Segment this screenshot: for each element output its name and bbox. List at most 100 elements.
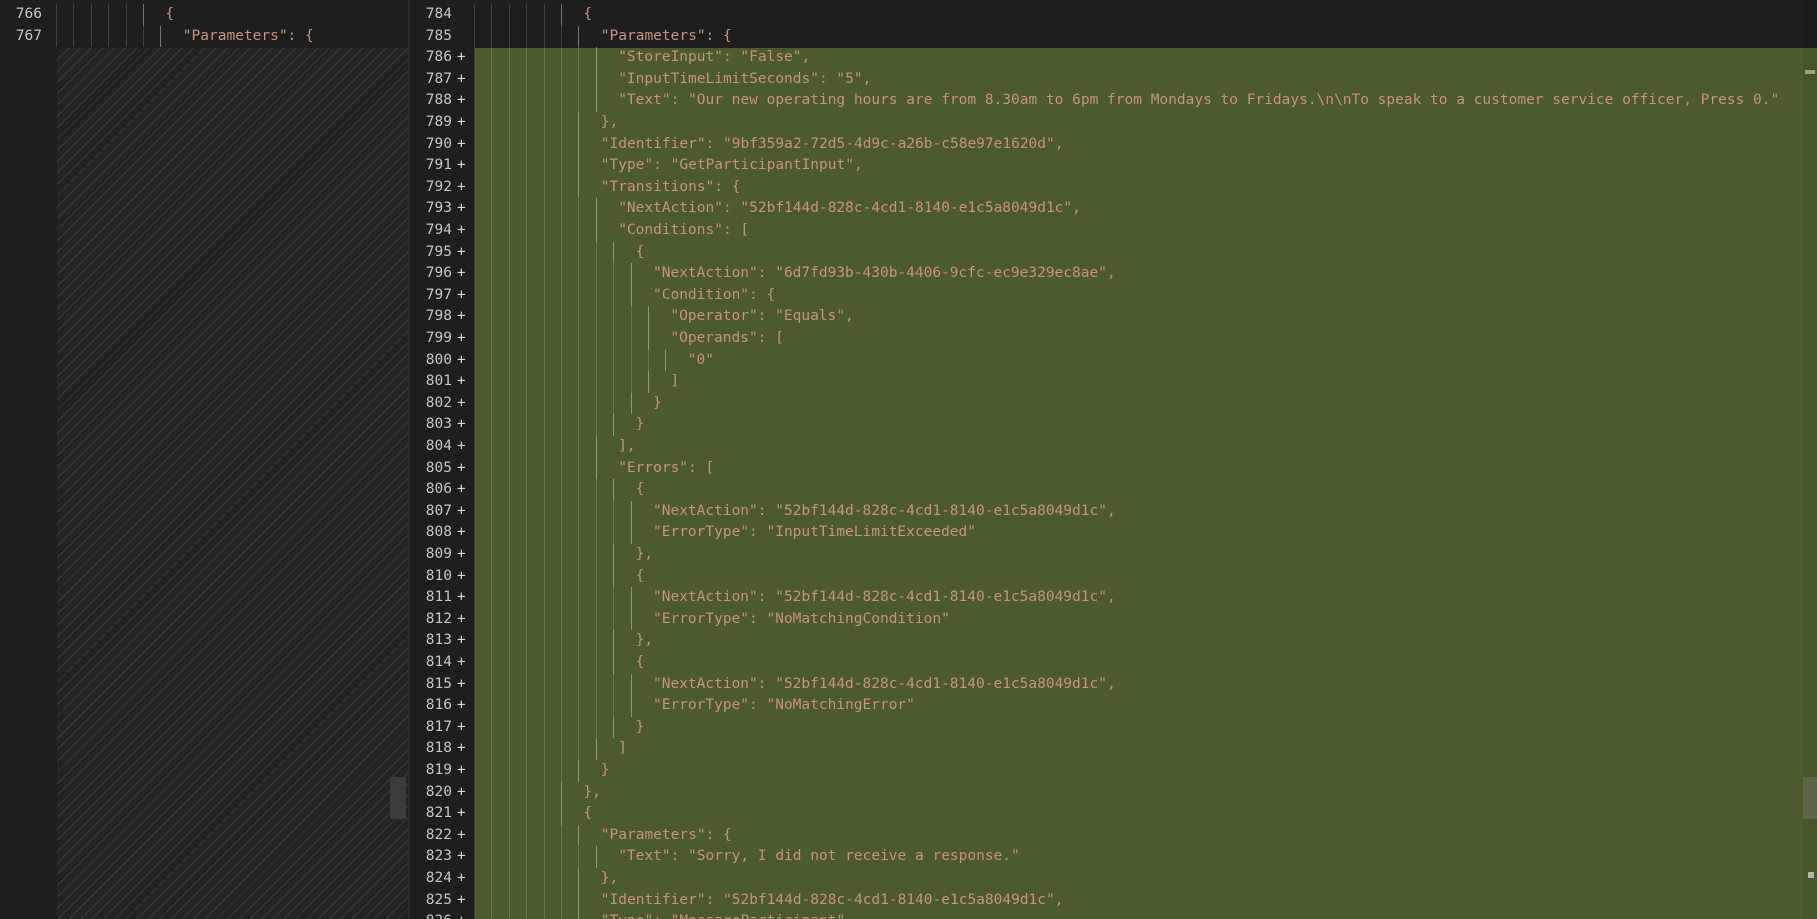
code-line[interactable]: 789 +}, <box>410 112 1803 134</box>
added-line-marker: + <box>457 718 466 735</box>
indent-guide <box>630 392 632 415</box>
code-line[interactable]: 818 +] <box>410 738 1803 760</box>
indent-guide <box>543 522 545 544</box>
code-line[interactable]: 808 + "ErrorType": "InputTimeLimitExceeded… <box>410 522 1803 544</box>
code-line[interactable]: 766 { <box>0 4 408 26</box>
code-text: "Errors": [ <box>618 459 715 476</box>
code-line[interactable]: 822 + "Parameters": { <box>410 824 1803 847</box>
code-line[interactable]: 824 +}, <box>410 868 1803 890</box>
code-line[interactable]: 823 + "Text": "Sorry, I did not receive a … <box>410 846 1803 868</box>
code-line[interactable]: 807 + "NextAction": "52bf144d-828c-4cd1-81… <box>410 500 1803 523</box>
indent-guide <box>508 760 510 782</box>
code-line[interactable]: 794 + "Conditions": [ <box>410 220 1803 242</box>
code-line[interactable]: 816 + "ErrorType": "NoMatchingError" <box>410 695 1803 717</box>
indent-guide <box>491 803 493 825</box>
code-text: { <box>635 567 645 584</box>
indent-guide <box>578 673 580 696</box>
code-line[interactable]: 820 +}, <box>410 781 1803 804</box>
original-scrollbar-thumb[interactable] <box>390 777 406 819</box>
code-line[interactable]: 790 + "Identifier": "9bf359a2-72d5-4d9c-a2… <box>410 133 1803 156</box>
indent-guide <box>561 392 562 415</box>
code-line[interactable]: 785 "Parameters": { <box>410 25 1803 48</box>
code-line[interactable]: 825 + "Identifier": "52bf144d-828c-4cd1-81… <box>410 889 1803 912</box>
code-line[interactable]: 803 +} <box>410 414 1803 436</box>
indent-guide <box>491 328 493 350</box>
code-line[interactable]: 826 + "Type": "MessageParticipant", <box>410 911 1803 919</box>
indent-guide <box>526 241 528 264</box>
indent-guide <box>630 500 632 523</box>
indent-guide <box>561 630 562 652</box>
modified-scrollbar-thumb[interactable] <box>1803 777 1817 819</box>
indent-guide <box>474 306 475 328</box>
overview-ruler-cursor-mark <box>1808 872 1814 878</box>
code-line[interactable]: 801 +] <box>410 371 1803 393</box>
code-line[interactable]: 805 + "Errors": [ <box>410 457 1803 480</box>
indent-guide <box>526 436 528 458</box>
indent-guide <box>474 760 475 782</box>
indent-guide <box>526 133 528 156</box>
code-line[interactable]: 809 +}, <box>410 544 1803 566</box>
code-line[interactable]: 811 + "NextAction": "52bf144d-828c-4cd1-81… <box>410 587 1803 609</box>
code-line[interactable]: 767 "Parameters": { <box>0 25 408 48</box>
indent-guide <box>543 176 545 199</box>
code-line[interactable]: 792 + "Transitions": { <box>410 176 1803 199</box>
code-line[interactable]: 812 + "ErrorType": "NoMatchingCondition" <box>410 608 1803 631</box>
code-line[interactable]: 817 +} <box>410 716 1803 739</box>
code-line[interactable]: 821 + { <box>410 803 1803 825</box>
code-line[interactable]: 806 + { <box>410 479 1803 501</box>
line-number: 821 <box>425 805 452 822</box>
code-text: "ErrorType": "NoMatchingError" <box>653 697 915 714</box>
indent-guide <box>508 414 510 436</box>
code-line[interactable]: 810 + { <box>410 565 1803 588</box>
code-text: "ErrorType": "NoMatchingCondition" <box>653 610 950 627</box>
added-line-marker: + <box>457 610 466 627</box>
code-line[interactable]: 813 +}, <box>410 630 1803 652</box>
code-line[interactable]: 786 + "StoreInput": "False", <box>410 47 1803 69</box>
code-line[interactable]: 819 +} <box>410 760 1803 782</box>
code-line[interactable]: 814 + { <box>410 652 1803 674</box>
line-number: 806 <box>425 481 452 498</box>
code-line[interactable]: 798 + "Operator": "Equals", <box>410 306 1803 328</box>
indent-guide <box>73 4 75 26</box>
added-line-marker: + <box>457 265 466 282</box>
indent-guide <box>543 803 545 825</box>
indent-guide <box>508 911 510 919</box>
code-line[interactable]: 791 + "Type": "GetParticipantInput", <box>410 155 1803 177</box>
indent-guide <box>491 608 493 631</box>
code-line[interactable]: 815 + "NextAction": "52bf144d-828c-4cd1-81… <box>410 673 1803 696</box>
code-line[interactable]: 802 +} <box>410 392 1803 415</box>
code-line[interactable]: 796 + "NextAction": "6d7fd93b-430b-4406-9c… <box>410 263 1803 285</box>
code-line[interactable]: 788 + "Text": "Our new operating hours are… <box>410 90 1803 112</box>
indent-guide <box>543 436 545 458</box>
code-line[interactable]: 793 + "NextAction": "52bf144d-828c-4cd1-81… <box>410 198 1803 220</box>
code-line[interactable]: 795 + { <box>410 241 1803 264</box>
code-line[interactable]: 799 + "Operands": [ <box>410 328 1803 350</box>
indent-guide <box>474 47 475 69</box>
indent-guide <box>595 47 597 69</box>
code-line[interactable]: 797 + "Condition": { <box>410 284 1803 307</box>
indent-guide <box>595 371 597 393</box>
code-line[interactable]: 800 + "0" <box>410 349 1803 372</box>
code-line[interactable]: 784 { <box>410 4 1803 26</box>
indent-guide <box>561 760 562 782</box>
indent-guide <box>526 198 528 220</box>
indent-guide <box>474 565 475 588</box>
indent-guide <box>474 630 475 652</box>
added-line-marker: + <box>457 416 466 433</box>
indent-guide <box>508 392 510 415</box>
modified-editor-pane[interactable]: 784 {785 "Parameters": {786 + "StoreInput": … <box>410 0 1817 919</box>
indent-guide <box>561 306 562 328</box>
indent-guide <box>630 608 632 631</box>
code-line[interactable]: 804 +], <box>410 436 1803 458</box>
indent-guide <box>474 824 475 847</box>
indent-guide <box>508 371 510 393</box>
original-editor-pane[interactable]: 766 {767 "Parameters": { <box>0 0 408 919</box>
indent-guide <box>561 652 562 674</box>
indent-guide <box>143 4 144 26</box>
indent-guide <box>578 198 580 220</box>
indent-guide <box>491 587 493 609</box>
indent-guide <box>491 220 493 242</box>
code-line[interactable]: 787 + "InputTimeLimitSeconds": "5", <box>410 68 1803 91</box>
indent-guide <box>526 25 528 48</box>
added-line-marker: + <box>457 740 466 757</box>
